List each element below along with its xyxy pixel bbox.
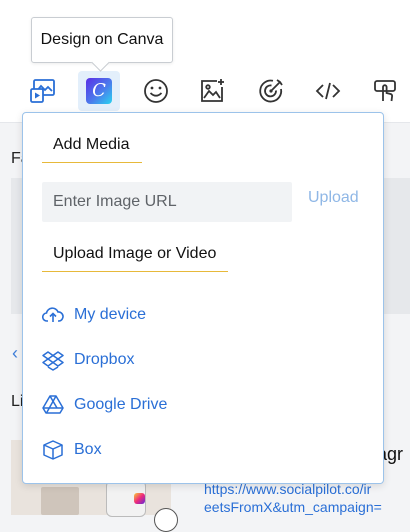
pointer-button[interactable] bbox=[364, 71, 406, 111]
source-my-device[interactable]: My device bbox=[42, 302, 146, 328]
upload-section-title: Upload Image or Video bbox=[42, 245, 229, 272]
canva-button[interactable]: C bbox=[78, 71, 120, 111]
source-label: Google Drive bbox=[74, 396, 168, 413]
chevron-left-icon[interactable]: ‹ bbox=[12, 343, 18, 364]
canva-icon: C bbox=[86, 78, 112, 104]
background-link-line2[interactable]: eetsFromX&utm_campaign= bbox=[204, 499, 410, 515]
source-label: Dropbox bbox=[74, 351, 135, 368]
target-icon bbox=[259, 79, 283, 103]
image-url-input[interactable] bbox=[42, 182, 292, 222]
media-button[interactable] bbox=[22, 71, 64, 111]
canva-tooltip: Design on Canva bbox=[31, 17, 173, 63]
thumbnail-photo bbox=[41, 487, 79, 515]
image-button[interactable] bbox=[191, 71, 233, 111]
emoji-button[interactable] bbox=[135, 71, 177, 111]
emoji-icon bbox=[144, 79, 168, 103]
add-media-panel: Add Media Upload Upload Image or Video M… bbox=[22, 112, 384, 484]
thumbnail-badge bbox=[154, 508, 178, 532]
box-icon bbox=[43, 440, 63, 460]
dropbox-icon bbox=[42, 351, 64, 371]
source-box[interactable]: Box bbox=[42, 437, 102, 463]
media-icon bbox=[30, 79, 55, 103]
instagram-icon bbox=[134, 493, 145, 504]
source-dropbox[interactable]: Dropbox bbox=[42, 347, 134, 373]
code-button[interactable] bbox=[307, 71, 349, 111]
hand-pointer-icon bbox=[374, 80, 396, 102]
google-drive-icon bbox=[42, 395, 64, 414]
code-icon bbox=[315, 82, 341, 100]
target-button[interactable] bbox=[250, 71, 292, 111]
source-label: Box bbox=[74, 441, 102, 458]
cloud-upload-icon bbox=[42, 307, 64, 322]
source-label: My device bbox=[74, 306, 147, 323]
source-google-drive[interactable]: Google Drive bbox=[42, 392, 167, 418]
add-media-title: Add Media bbox=[42, 136, 142, 163]
image-icon bbox=[201, 79, 224, 102]
upload-url-button[interactable]: Upload bbox=[308, 189, 359, 207]
